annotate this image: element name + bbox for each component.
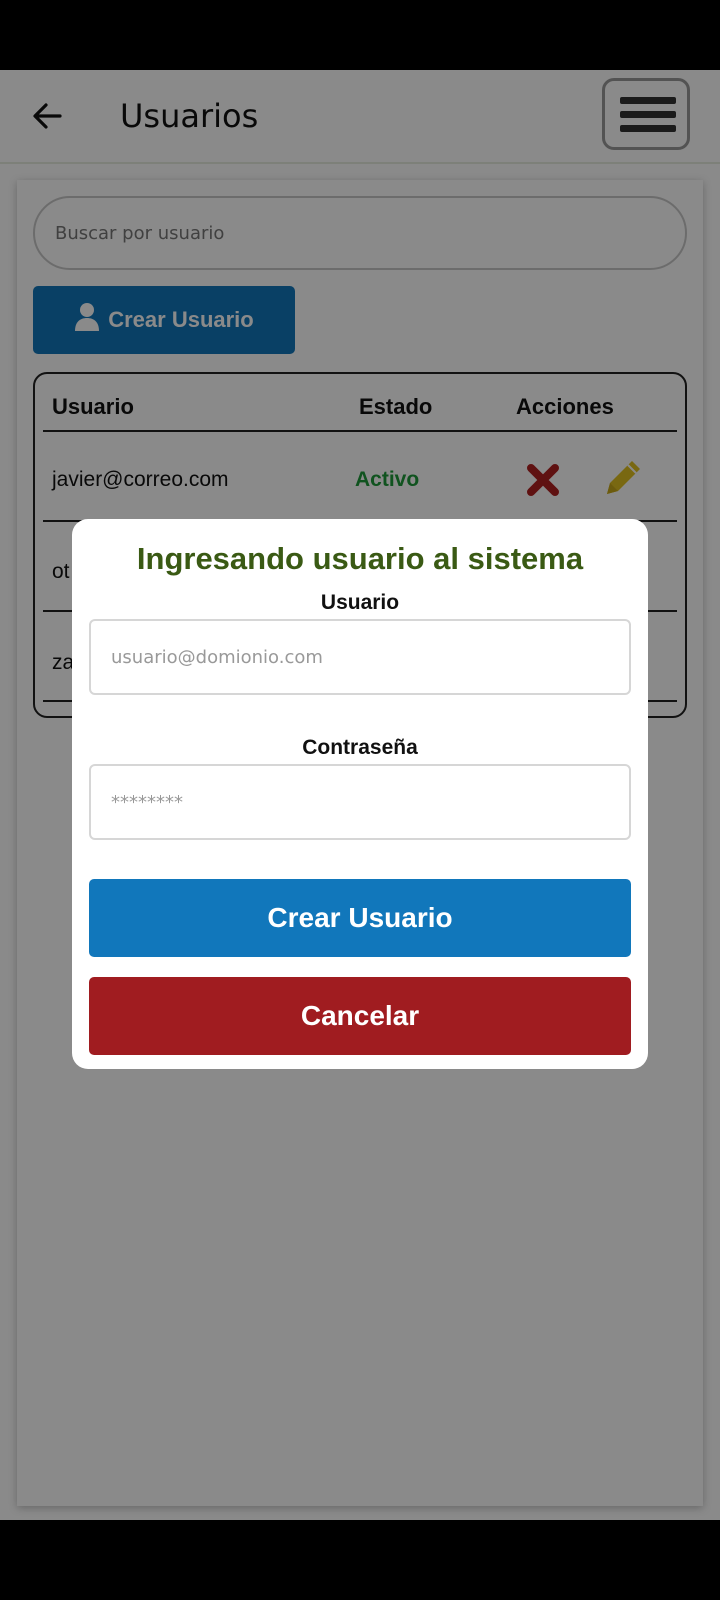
app-screen: Usuarios Crear Usuario Usuario Estado Ac… <box>0 70 720 1520</box>
status-bar <box>0 0 720 70</box>
submit-create-user-button[interactable]: Crear Usuario <box>89 879 631 957</box>
cancel-button[interactable]: Cancelar <box>89 977 631 1055</box>
password-field[interactable] <box>89 764 631 840</box>
system-navigation-bar <box>0 1520 720 1600</box>
password-field-label: Contraseña <box>302 736 418 759</box>
email-field[interactable] <box>89 619 631 695</box>
create-user-dialog: Ingresando usuario al sistema Usuario Co… <box>72 519 648 1069</box>
dialog-title: Ingresando usuario al sistema <box>136 541 584 576</box>
user-field-label: Usuario <box>320 591 400 614</box>
